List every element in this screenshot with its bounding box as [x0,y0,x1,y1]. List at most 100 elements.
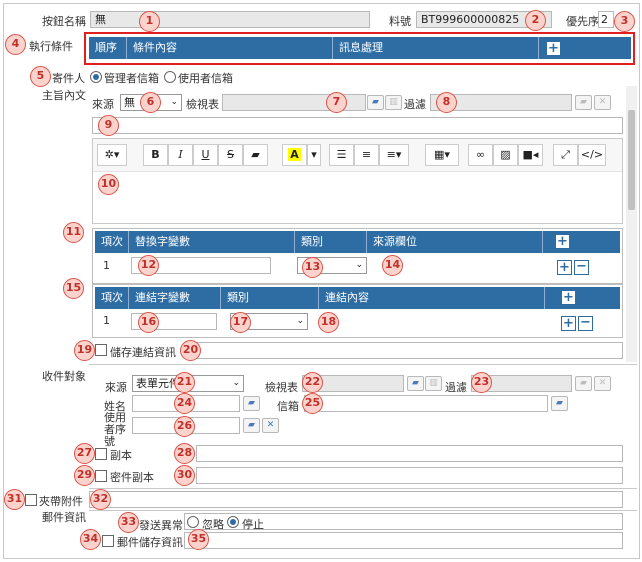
unordered-list-icon[interactable]: ☰ [329,144,354,166]
body-filter-label: 過濾 [404,98,426,111]
add-link-button[interactable]: + [561,290,576,305]
subject-input[interactable]: 主旨 [92,117,623,134]
sender-user-label: 使用者信箱 [178,72,233,85]
recipients-source-label: 來源 [105,381,127,394]
annotation-badge: 35 [188,529,209,550]
folder-icon[interactable]: ▰ [575,376,592,391]
col-source-field: 來源欄位 [367,231,543,253]
mail-info-label: 郵件資訊 [42,511,86,524]
link-icon[interactable]: ∞ [468,144,493,166]
add-row-button[interactable]: + [557,260,572,275]
eraser-icon[interactable]: ▰ [243,144,268,166]
bcc-field[interactable] [196,467,623,484]
conditions-label: 執行條件 [29,40,73,53]
sender-user-radio[interactable] [164,71,176,83]
annotation-badge: 15 [63,278,84,299]
var-row-index: 1 [103,259,110,272]
fullscreen-icon[interactable]: ⤢ [553,144,578,166]
add-var-button[interactable]: + [555,234,570,249]
attach-checkbox[interactable] [25,494,37,506]
col-link-content: 連結內容 [319,287,545,309]
annotation-badge: 26 [174,416,195,437]
chevron-down-icon: ⌄ [232,378,240,388]
annotation-badge: 32 [90,489,111,510]
priority-label: 優先序 [566,15,599,28]
image-icon[interactable]: ▨ [493,144,518,166]
attach-field[interactable] [89,491,623,508]
cc-label: 副本 [110,449,132,462]
annotation-badge: 11 [63,222,84,243]
mail-label: 信箱 [277,400,299,413]
annotation-badge: 8 [436,92,457,113]
code-view-icon[interactable]: </> [578,144,606,166]
align-icon[interactable]: ≡▾ [379,144,409,166]
add-condition-button[interactable]: + [546,41,561,56]
trash-icon[interactable]: ▥ [425,376,442,391]
mail-save-field[interactable] [184,532,623,549]
col-replace-var: 替換字變數 [129,231,295,253]
close-icon[interactable]: ✕ [594,376,611,391]
table-icon[interactable]: ▦▾ [425,144,459,166]
bcc-label: 密件副本 [110,471,154,484]
col-index: 項次 [95,287,129,309]
button-name-field[interactable]: 無 [90,11,370,28]
chevron-down-icon[interactable]: ▾ [307,144,321,166]
annotation-badge: 31 [4,489,25,510]
cc-field[interactable] [196,445,623,462]
user-seq-label: 使用者序號 [104,411,126,448]
body-source-value: 無 [124,96,135,109]
save-link-field[interactable] [193,342,623,359]
ignore-radio[interactable] [187,516,199,528]
priority-field[interactable]: 2 [598,11,614,28]
annotation-badge: 17 [230,312,251,333]
annotation-badge: 4 [5,34,26,55]
annotation-badge: 19 [74,340,95,361]
annotation-badge: 29 [74,465,95,486]
font-color-icon[interactable]: A [282,144,307,166]
annotation-badge: 30 [174,465,195,486]
strikethrough-icon[interactable]: S [218,144,243,166]
video-icon[interactable]: ■◂ [518,144,543,166]
annotation-badge: 10 [98,174,119,195]
folder-icon[interactable]: ▰ [367,95,384,110]
col-order: 順序 [89,37,127,59]
col-type: 類別 [295,231,367,253]
magic-wand-icon[interactable]: ✲▾ [97,144,127,166]
annotation-badge: 7 [326,92,347,113]
remove-row-button[interactable]: − [574,260,589,275]
bcc-checkbox[interactable] [95,470,107,482]
add-row-button[interactable]: + [561,316,576,331]
body-scrollbar[interactable] [626,86,637,362]
mail-input[interactable] [304,395,548,412]
save-link-label: 儲存連結資訊 [110,346,176,359]
chevron-down-icon: ⌄ [355,260,363,270]
italic-icon[interactable]: I [168,144,193,166]
trash-icon[interactable]: ▥ [385,95,402,110]
annotation-badge: 16 [138,312,159,333]
folder-icon[interactable]: ▰ [575,95,592,110]
col-link-var: 連結字變數 [129,287,221,309]
cc-checkbox[interactable] [95,448,107,460]
sender-admin-radio[interactable] [90,71,102,83]
annotation-badge: 6 [140,92,161,113]
close-icon[interactable]: ✕ [594,95,611,110]
folder-icon[interactable]: ▰ [243,396,260,411]
ignore-label: 忽略 [202,518,224,531]
part-no-label: 料號 [389,15,411,28]
annotation-badge: 27 [74,443,95,464]
chevron-down-icon: ⌄ [296,316,304,326]
close-icon[interactable]: ✕ [262,418,279,433]
mail-save-label: 郵件儲存資訊 [117,536,183,549]
mail-save-checkbox[interactable] [102,535,114,547]
vars-header: 項次 替換字變數 類別 來源欄位 [95,231,620,253]
remove-row-button[interactable]: − [578,316,593,331]
underline-icon[interactable]: U [193,144,218,166]
bold-icon[interactable]: B [143,144,168,166]
folder-icon[interactable]: ▰ [551,396,568,411]
folder-icon[interactable]: ▰ [243,418,260,433]
stop-radio[interactable] [227,516,239,528]
folder-icon[interactable]: ▰ [407,376,424,391]
body-source-label: 來源 [92,98,114,111]
save-link-checkbox[interactable] [95,344,107,356]
ordered-list-icon[interactable]: ≡ [354,144,379,166]
